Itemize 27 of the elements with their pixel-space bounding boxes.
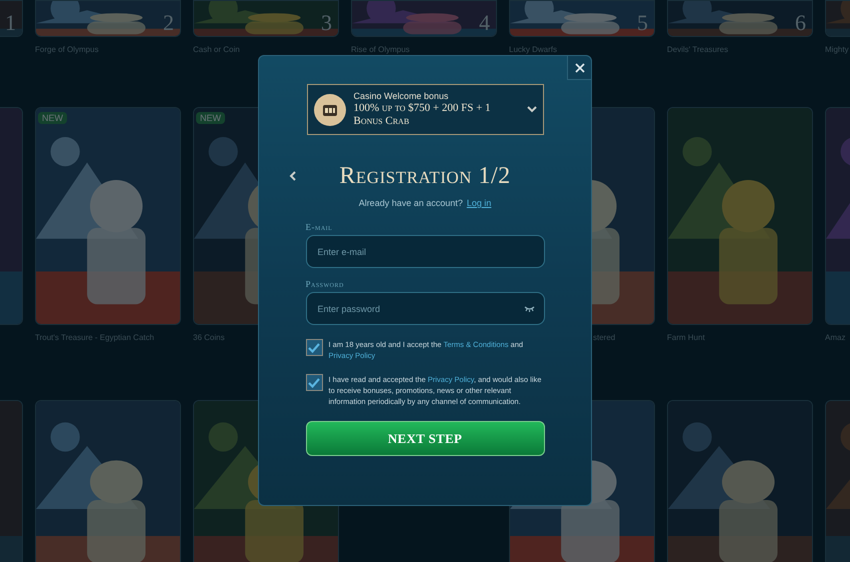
rank-number: 5 (637, 12, 648, 34)
rank-number: 1 (5, 12, 16, 34)
checkbox[interactable] (306, 374, 322, 391)
eye-closed-icon[interactable] (524, 306, 534, 312)
next-step-button[interactable]: NEXT STEP (306, 421, 544, 456)
login-link[interactable]: Log in (466, 197, 492, 209)
chevron-down-icon (526, 106, 536, 113)
field-label: E-mail (306, 221, 334, 233)
slot-machine-icon (314, 94, 346, 126)
new-badge: NEW (38, 112, 67, 124)
bonus-selector[interactable]: Casino Welcome bonus 100% up to $750 + 200 FS + 1 Bonus Crab (306, 84, 544, 135)
login-prompt: Already have an account? (358, 197, 463, 209)
rank-number: 2 (163, 12, 174, 34)
email-field[interactable]: Enter e-mail (306, 235, 544, 268)
bonus-offer: 100% up to $750 + 200 FS + 1 Bonus Crab (354, 102, 492, 128)
password-field[interactable]: Enter password (306, 292, 544, 325)
rank-number: 3 (321, 12, 332, 34)
rank-number: 6 (795, 12, 806, 34)
field-label: Password (306, 278, 345, 290)
new-badge: NEW (196, 112, 225, 124)
rank-number: 4 (479, 12, 490, 34)
close-icon (574, 62, 584, 72)
close-button[interactable] (567, 56, 591, 80)
bonus-label: Casino Welcome bonus (354, 91, 450, 102)
dialog-title: Registration 1/2 (339, 162, 511, 190)
chevron-left-icon (289, 171, 296, 181)
checkbox[interactable] (306, 339, 322, 356)
